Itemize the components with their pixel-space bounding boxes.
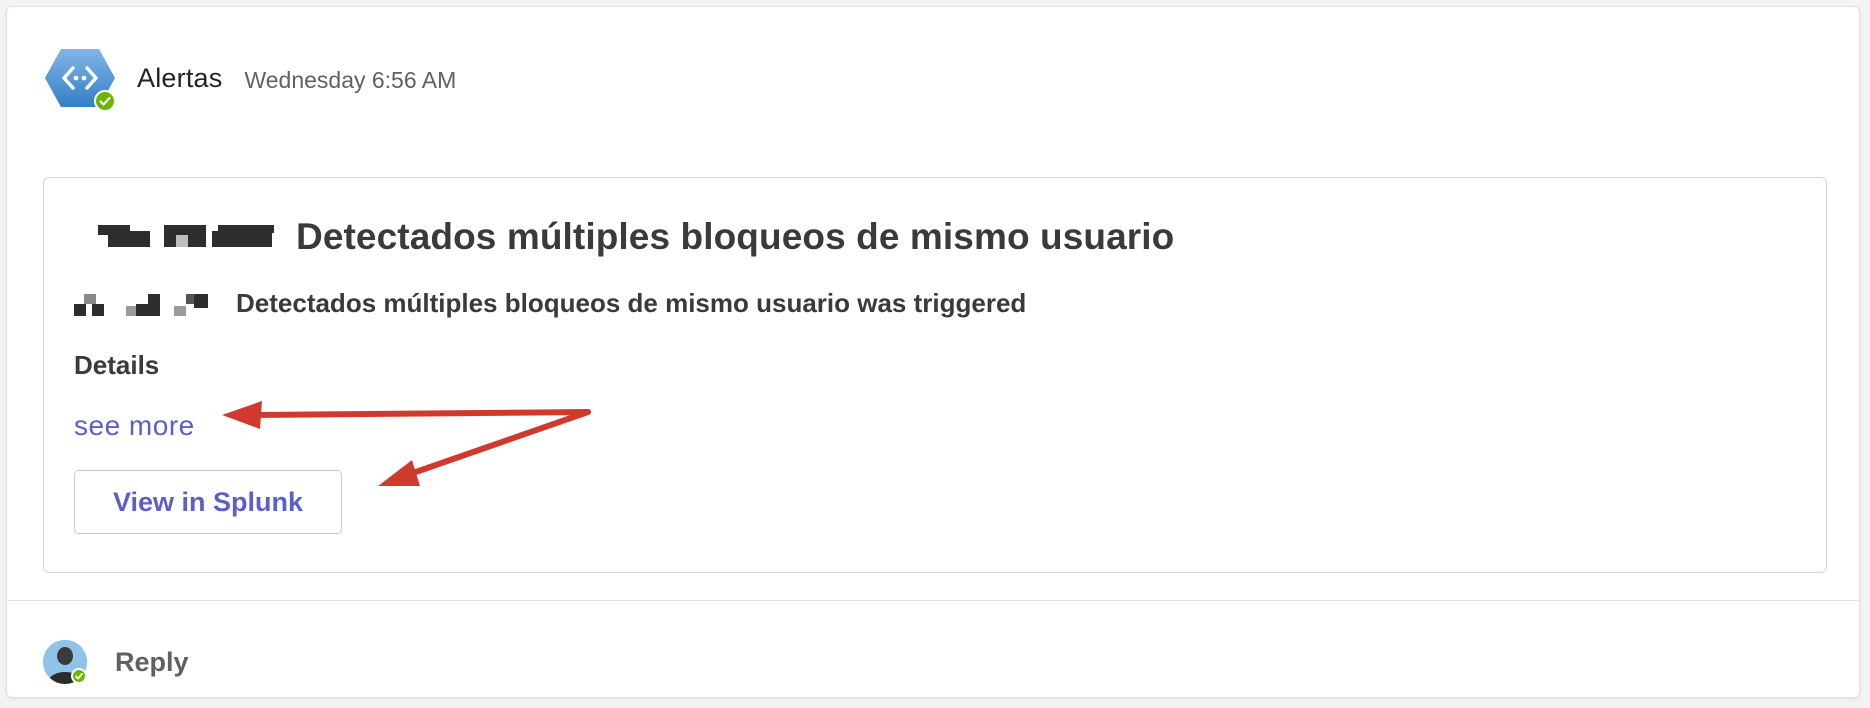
presence-available-icon: [71, 668, 87, 684]
message-container: Alertas Wednesday 6:56 AM Detectados múl…: [6, 6, 1860, 698]
message-header: Alertas Wednesday 6:56 AM: [43, 43, 456, 113]
bot-app-icon[interactable]: [43, 41, 117, 115]
card-title: Detectados múltiples bloqueos de mismo u…: [296, 216, 1175, 257]
see-more-link[interactable]: see more: [74, 410, 195, 442]
details-label: Details: [74, 350, 160, 380]
view-in-splunk-button[interactable]: View in Splunk: [74, 470, 342, 534]
adaptive-card: Detectados múltiples bloqueos de mismo u…: [43, 177, 1827, 573]
user-avatar: [43, 640, 87, 684]
card-subtitle-row: Detectados múltiples bloqueos de mismo u…: [74, 288, 1026, 319]
reply-row[interactable]: Reply: [43, 637, 189, 687]
presence-available-icon: [94, 90, 116, 112]
sender-name[interactable]: Alertas: [137, 63, 222, 94]
redacted-text-block: [74, 290, 212, 318]
redacted-text-block: [94, 221, 274, 253]
reply-button[interactable]: Reply: [115, 647, 189, 678]
card-title-row: Detectados múltiples bloqueos de mismo u…: [94, 216, 1174, 258]
message-timestamp: Wednesday 6:56 AM: [244, 66, 457, 93]
reply-divider: [7, 600, 1859, 601]
card-subtitle: Detectados múltiples bloqueos de mismo u…: [236, 288, 1027, 318]
